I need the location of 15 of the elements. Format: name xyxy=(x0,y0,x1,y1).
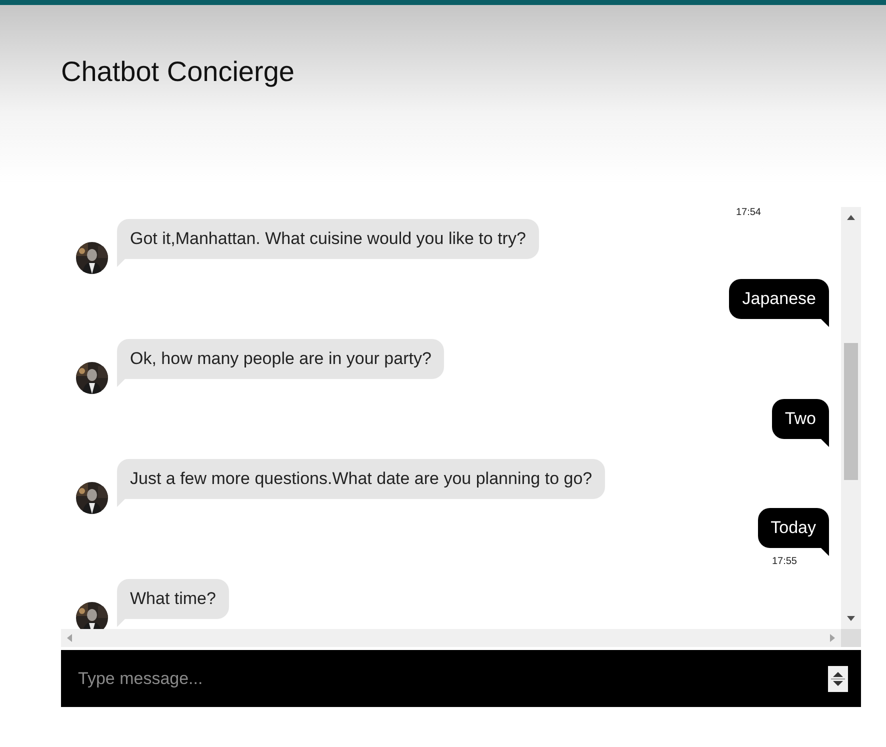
bot-message: Ok, how many people are in your party? xyxy=(117,339,444,387)
vertical-scrollbar[interactable] xyxy=(841,207,861,629)
user-message: Two xyxy=(772,399,829,447)
app-title: Chatbot Concierge xyxy=(61,55,294,88)
bot-message: Got it,Manhattan. What cuisine would you like to try? xyxy=(117,219,539,267)
bot-message: What time? xyxy=(117,579,229,627)
timestamp: 17:54 xyxy=(736,207,761,219)
user-message: Today xyxy=(758,508,829,556)
message-input[interactable]: Type message... xyxy=(76,668,828,690)
message-field[interactable]: Type message... xyxy=(61,650,861,707)
user-message: Japanese xyxy=(729,279,829,327)
timestamp: 17:55 xyxy=(772,556,797,567)
scrollbar-corner xyxy=(841,629,861,647)
bot-message: Just a few more questions.What date are you planning to go? xyxy=(117,459,606,507)
horizontal-scrollbar[interactable] xyxy=(61,629,841,647)
